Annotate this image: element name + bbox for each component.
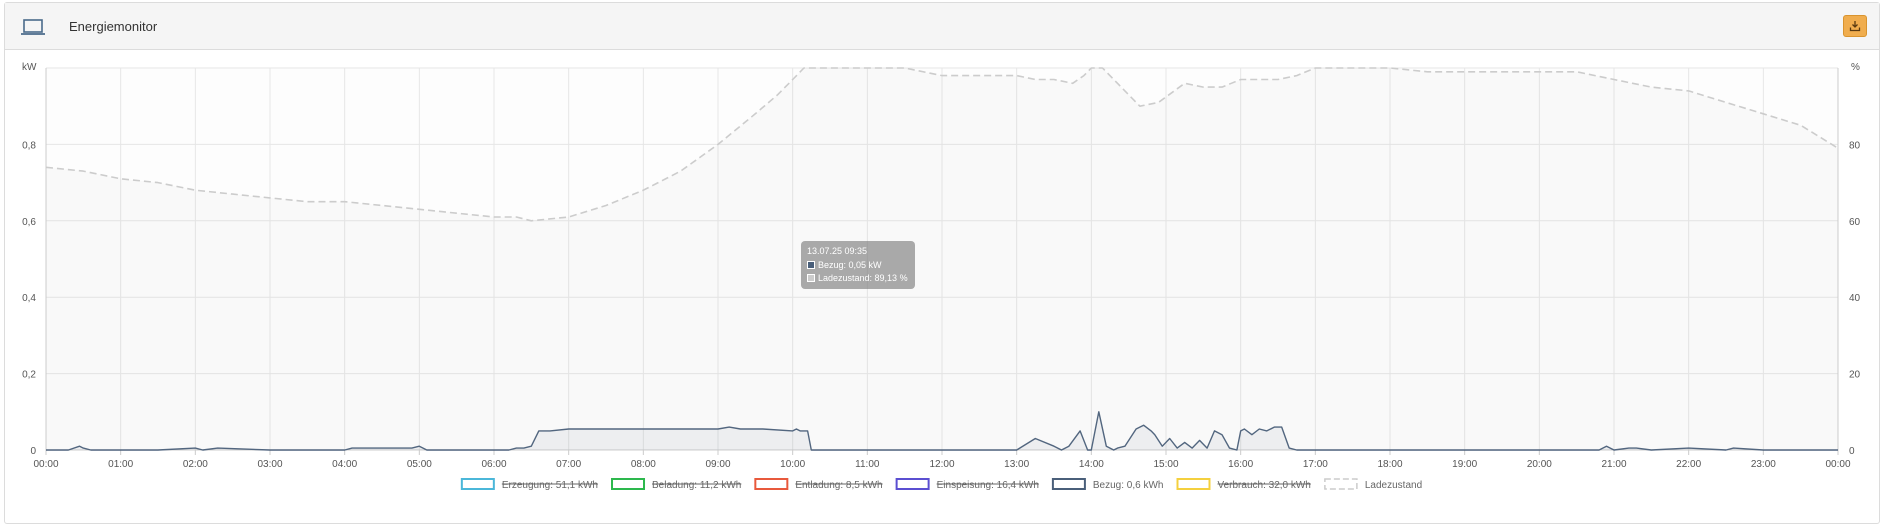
y-left-tick-label: 0,4 xyxy=(22,293,36,304)
x-tick-label: 04:00 xyxy=(332,459,357,470)
legend-label: Verbrauch: 32,0 kWh xyxy=(1217,480,1310,491)
y-right-tick-label: 0 xyxy=(1849,446,1855,457)
y-right-unit-label: % xyxy=(1851,62,1860,73)
energy-chart: 00:00 01:00 02:00 03:00 04:00 05:00 06:00 07:00… xyxy=(22,62,1861,491)
x-tick-label: 16:00 xyxy=(1228,459,1253,470)
x-tick-label: 00:00 xyxy=(33,459,58,470)
tooltip-swatch-bezug xyxy=(807,261,815,269)
legend-swatch xyxy=(754,478,789,490)
x-tick-label: 23:00 xyxy=(1751,459,1776,470)
legend-swatch xyxy=(1324,478,1358,490)
x-tick-label: 19:00 xyxy=(1452,459,1477,470)
x-tick-label: 06:00 xyxy=(481,459,506,470)
x-tick-label: 09:00 xyxy=(705,459,730,470)
x-tick-label: 08:00 xyxy=(631,459,656,470)
legend-label: Entladung: 8,5 kWh xyxy=(795,480,882,491)
x-tick-label: 18:00 xyxy=(1377,459,1402,470)
x-tick-label: 00:00 xyxy=(1825,459,1850,470)
tooltip-swatch-ladezustand xyxy=(807,274,815,282)
legend-swatch xyxy=(611,478,646,490)
tooltip-row-ladezustand: Ladezustand: 89,13 % xyxy=(807,273,908,283)
y-left-tick-label: 0 xyxy=(30,446,36,457)
x-tick-label: 01:00 xyxy=(108,459,133,470)
y-right-tick-label: 80 xyxy=(1849,140,1861,151)
x-tick-label: 17:00 xyxy=(1303,459,1328,470)
tooltip-row-label: Ladezustand: 89,13 % xyxy=(818,273,908,283)
x-tick-label: 12:00 xyxy=(929,459,954,470)
x-tick-label: 05:00 xyxy=(407,459,432,470)
legend-swatch xyxy=(1051,478,1086,490)
x-tick-label: 21:00 xyxy=(1601,459,1626,470)
y-left-tick-label: 0,2 xyxy=(22,370,36,381)
x-tick-label: 03:00 xyxy=(257,459,282,470)
legend-label: Ladezustand xyxy=(1365,480,1422,491)
legend-label: Einspeisung: 16,4 kWh xyxy=(937,480,1039,491)
tooltip-title: 13.07.25 09:35 xyxy=(807,246,868,256)
y-right-tick-label: 60 xyxy=(1849,217,1861,228)
y-right-tick-label: 40 xyxy=(1849,293,1861,304)
x-tick-label: 20:00 xyxy=(1527,459,1552,470)
x-tick-label: 10:00 xyxy=(780,459,805,470)
tooltip-row-bezug: Bezug: 0,05 kW xyxy=(807,260,882,270)
legend-label: Beladung: 11,2 kWh xyxy=(652,480,741,491)
y-left-tick-label: 0,6 xyxy=(22,217,36,228)
legend-swatch xyxy=(460,478,495,490)
legend-swatch xyxy=(895,478,930,490)
x-tick-label: 13:00 xyxy=(1004,459,1029,470)
legend-label: Bezug: 0,6 kWh xyxy=(1093,480,1164,491)
x-tick-label: 22:00 xyxy=(1676,459,1701,470)
y-left-unit-label: kW xyxy=(22,62,37,73)
chart-tooltip: 13.07.25 09:35 Bezug: 0,05 kW Ladezustan… xyxy=(801,241,915,289)
legend-label: Erzeugung: 51,1 kWh xyxy=(502,480,598,491)
x-tick-label: 07:00 xyxy=(556,459,581,470)
y-left-tick-label: 0,8 xyxy=(22,140,36,151)
x-tick-label: 11:00 xyxy=(855,459,880,470)
x-tick-label: 02:00 xyxy=(183,459,208,470)
x-tick-label: 14:00 xyxy=(1079,459,1104,470)
x-tick-label: 15:00 xyxy=(1153,459,1178,470)
y-right-tick-label: 20 xyxy=(1849,370,1861,381)
tooltip-row-label: Bezug: 0,05 kW xyxy=(818,260,882,270)
legend-swatch xyxy=(1176,478,1211,490)
